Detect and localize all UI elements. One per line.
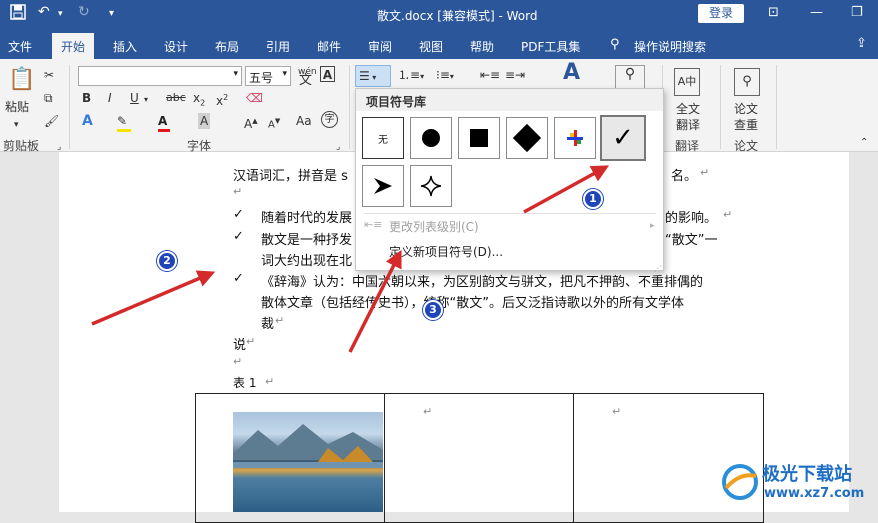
- step-badge-3: 3: [423, 300, 443, 320]
- watermark-url: www.xz7.com: [764, 486, 865, 501]
- watermark: 极光下载站 www.xz7.com: [720, 458, 875, 512]
- watermark-logo: [722, 464, 758, 500]
- watermark-text: 极光下载站: [762, 464, 852, 485]
- step-badge-1: 1: [583, 189, 603, 209]
- arrow-2: [91, 270, 216, 326]
- arrow-3: [348, 249, 402, 353]
- annotation-arrows: [91, 165, 610, 353]
- step-badge-2: 2: [157, 251, 177, 271]
